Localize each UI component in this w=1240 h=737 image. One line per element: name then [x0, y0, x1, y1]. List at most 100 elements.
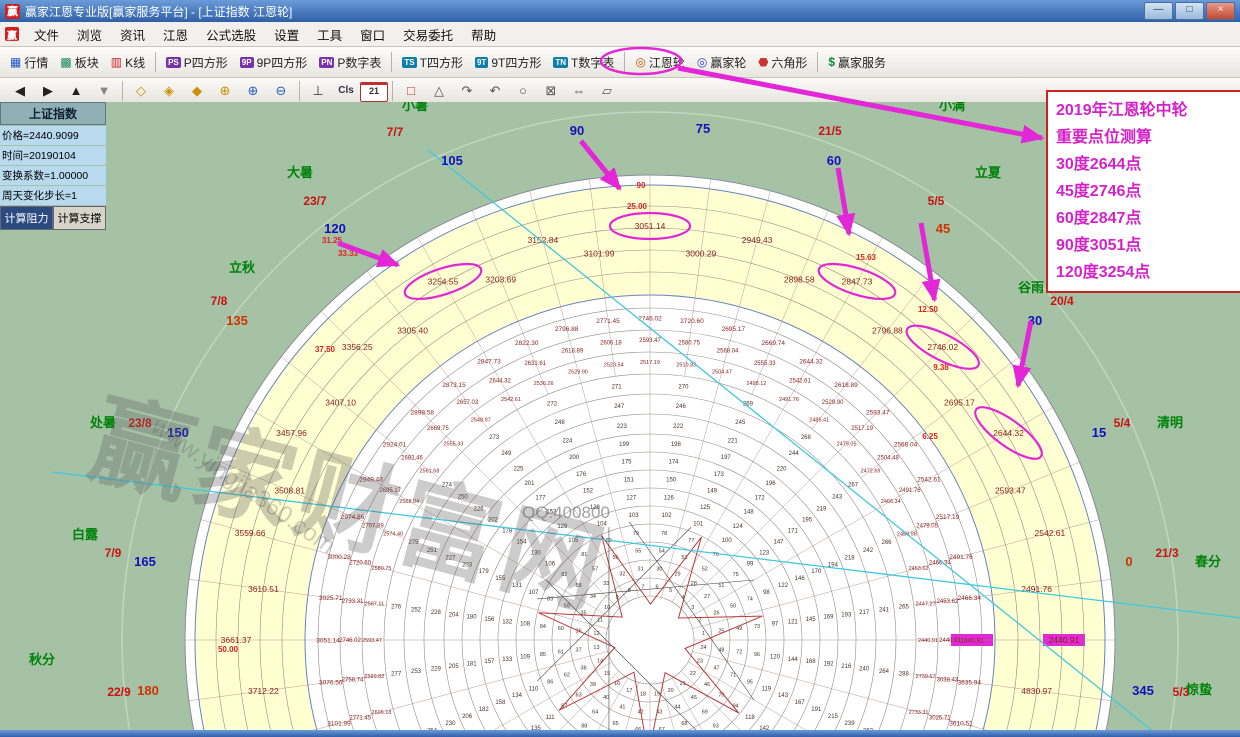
svg-text:97: 97 [772, 622, 779, 628]
toolbar-button-winner-service[interactable]: $赢家服务 [822, 50, 892, 75]
svg-text:21/3: 21/3 [1155, 546, 1179, 560]
t-number-table-label: T数字表 [571, 54, 614, 71]
toolbar-button-p-number-table[interactable]: PNP数字表 [313, 50, 387, 75]
svg-text:40: 40 [603, 695, 609, 701]
tool-calendar-icon[interactable]: 21 [360, 82, 388, 102]
svg-text:180: 180 [137, 683, 159, 698]
tool-diamond-empty[interactable]: ◇ [127, 80, 155, 102]
svg-text:10: 10 [604, 605, 610, 611]
cycle-step-row: 周天变化步长=1 [0, 186, 106, 205]
svg-text:2440.91: 2440.91 [960, 637, 984, 644]
svg-text:64: 64 [592, 709, 598, 715]
svg-text:2796.88: 2796.88 [555, 326, 579, 333]
svg-text:2504.47: 2504.47 [712, 369, 732, 375]
t-square-icon: TS [402, 57, 416, 68]
svg-text:3407.10: 3407.10 [325, 398, 356, 408]
toolbar-button-hexagon[interactable]: 六角形 [752, 50, 813, 75]
svg-text:65: 65 [612, 721, 618, 727]
svg-text:216: 216 [841, 664, 852, 670]
tool-diamond-half[interactable]: ◈ [155, 80, 183, 102]
toolbar-button-9t-square[interactable]: 9T9T四方形 [469, 50, 547, 75]
toolbar-button-9p-square[interactable]: 9P9P四方形 [234, 50, 313, 75]
menu-item-4[interactable]: 公式选股 [197, 23, 265, 46]
tool-zoom-in[interactable]: ⊕ [239, 80, 267, 102]
tool-boxed-x-tool[interactable]: ⊠ [537, 80, 565, 102]
tool-diamond-filled[interactable]: ◆ [183, 80, 211, 102]
svg-text:12.50: 12.50 [918, 305, 939, 314]
annotation-line: 重要点位测算 [1056, 124, 1232, 151]
svg-text:61: 61 [558, 650, 564, 656]
svg-text:2587.11: 2587.11 [365, 602, 384, 608]
svg-text:2796.88: 2796.88 [872, 326, 903, 336]
svg-text:46: 46 [704, 682, 710, 688]
svg-text:110: 110 [529, 686, 539, 692]
annotation-line: 90度3051点 [1056, 232, 1232, 259]
calc-support-button[interactable]: 计算支撑 [53, 206, 106, 230]
svg-text:249: 249 [501, 451, 512, 457]
annotation-line: 45度2746点 [1056, 178, 1232, 205]
minimize-button[interactable]: — [1144, 2, 1173, 20]
menu-item-1[interactable]: 浏览 [68, 23, 111, 46]
svg-text:62: 62 [564, 672, 570, 678]
svg-text:147: 147 [774, 539, 785, 545]
menu-item-8[interactable]: 交易委托 [394, 23, 462, 46]
toolbar-button-quotes[interactable]: ▦行情 [4, 50, 54, 75]
svg-text:247: 247 [614, 404, 625, 410]
toolbar-button-p-square[interactable]: PSP四方形 [160, 50, 234, 75]
svg-text:2644.32: 2644.32 [489, 378, 511, 384]
svg-text:2555.33: 2555.33 [443, 441, 463, 447]
toolbar-button-gann-wheel[interactable]: ◎江恩轮 [629, 50, 691, 75]
tool-rect-tool[interactable]: □ [397, 80, 425, 102]
menu-item-2[interactable]: 资讯 [111, 23, 154, 46]
tool-forward[interactable]: ▶ [34, 80, 62, 102]
svg-text:198: 198 [671, 442, 682, 448]
svg-text:150: 150 [666, 477, 677, 483]
tool-circle-tool[interactable]: ○ [509, 80, 537, 102]
menu-item-9[interactable]: 帮助 [462, 23, 505, 46]
svg-text:75: 75 [733, 572, 739, 578]
tool-back[interactable]: ◀ [6, 80, 34, 102]
svg-text:27: 27 [704, 594, 710, 600]
svg-text:3000.29: 3000.29 [686, 248, 717, 258]
svg-text:2580.75: 2580.75 [678, 341, 700, 347]
svg-text:95: 95 [747, 679, 753, 685]
svg-text:132: 132 [502, 619, 513, 625]
tool-axis[interactable]: ⊥ [304, 80, 332, 102]
menu-item-5[interactable]: 设置 [265, 23, 308, 46]
tool-up[interactable]: ▲ [62, 80, 90, 102]
tool-down[interactable]: ▼ [90, 80, 118, 102]
toolbar-button-t-number-table[interactable]: TNT数字表 [547, 50, 620, 75]
price-row: 价格=2440.9099 [0, 126, 106, 145]
svg-text:2644.32: 2644.32 [799, 358, 823, 365]
svg-text:225: 225 [513, 467, 524, 473]
menu-item-7[interactable]: 窗口 [351, 23, 394, 46]
tool-diamond-add[interactable]: ⊕ [211, 80, 239, 102]
toolbar-button-kline[interactable]: ▥K线 [105, 50, 151, 75]
svg-text:24: 24 [700, 645, 706, 651]
tool-cls[interactable]: Cls [332, 80, 360, 102]
toolbar-button-winner-wheel[interactable]: ◎赢家轮 [691, 50, 753, 75]
menu-item-6[interactable]: 工具 [308, 23, 351, 46]
svg-text:118: 118 [745, 715, 755, 721]
menu-item-3[interactable]: 江恩 [154, 23, 197, 46]
close-button[interactable]: × [1206, 2, 1235, 20]
tool-zoom-out[interactable]: ⊖ [267, 80, 295, 102]
svg-text:清明: 清明 [1157, 415, 1183, 430]
svg-text:86: 86 [547, 679, 553, 685]
tool-move-tool[interactable]: ⇔ [565, 80, 593, 102]
tool-triangle-tool[interactable]: △ [425, 80, 453, 102]
tool-rotate-cw[interactable]: ↷ [453, 80, 481, 102]
menu-item-0[interactable]: 文件 [25, 23, 68, 46]
gann-wheel-label: 江恩轮 [649, 54, 685, 71]
app-logo-icon: 赢 [5, 4, 20, 19]
svg-text:2720.60: 2720.60 [680, 318, 704, 325]
tool-lasso-tool[interactable]: ▱ [593, 80, 621, 102]
svg-text:88: 88 [581, 724, 587, 730]
toolbar-button-sectors[interactable]: ▩板块 [54, 50, 104, 75]
tool-rotate-ccw[interactable]: ↶ [481, 80, 509, 102]
calc-resistance-button[interactable]: 计算阻力 [0, 206, 53, 230]
svg-text:122: 122 [778, 583, 789, 589]
maximize-button[interactable]: □ [1175, 2, 1204, 20]
toolbar-button-t-square[interactable]: TST四方形 [396, 50, 469, 75]
svg-text:345: 345 [1132, 683, 1154, 698]
